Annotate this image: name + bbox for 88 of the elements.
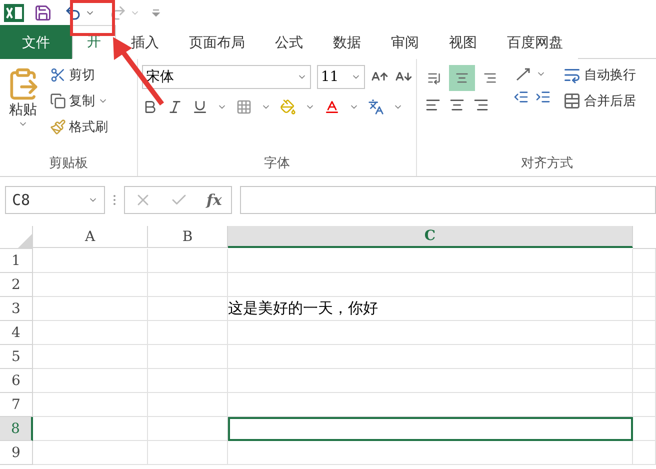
table-cell[interactable]	[633, 441, 656, 465]
table-cell[interactable]	[228, 441, 633, 465]
save-icon[interactable]	[34, 4, 52, 22]
table-cell[interactable]	[33, 345, 148, 369]
table-cell[interactable]	[228, 345, 633, 369]
paste-button[interactable]: 粘贴	[4, 65, 42, 152]
table-cell[interactable]	[633, 369, 656, 393]
table-cell[interactable]	[33, 297, 148, 321]
table-cell[interactable]	[33, 369, 148, 393]
column-header[interactable]: B	[148, 226, 228, 248]
row-header[interactable]: 4	[0, 321, 33, 345]
underline-icon[interactable]	[192, 99, 208, 115]
row-header[interactable]: 8	[0, 417, 33, 441]
phonetic-icon[interactable]	[368, 99, 384, 115]
table-cell[interactable]	[33, 321, 148, 345]
borders-icon[interactable]	[236, 99, 252, 115]
table-cell[interactable]	[633, 273, 656, 297]
group-title: 字体	[263, 155, 291, 173]
decrease-indent-icon[interactable]	[513, 89, 529, 105]
table-cell[interactable]	[633, 249, 656, 273]
formula-field[interactable]	[240, 186, 656, 214]
table-cell[interactable]	[633, 321, 656, 345]
table-cell[interactable]	[633, 345, 656, 369]
vertical-align-button[interactable]	[449, 65, 475, 91]
redo-icon	[109, 4, 127, 22]
table-cell[interactable]	[228, 321, 633, 345]
table-cell[interactable]	[148, 441, 228, 465]
grip-icon	[113, 194, 116, 206]
merge-center-button[interactable]: 合并后居	[561, 91, 638, 111]
highlight-box	[70, 0, 115, 36]
wrap-text-button[interactable]: 自动换行	[561, 65, 638, 85]
table-cell[interactable]	[148, 273, 228, 297]
increase-indent-icon[interactable]	[535, 89, 551, 105]
paintbrush-icon	[50, 119, 66, 135]
table-cell[interactable]	[148, 297, 228, 321]
group-title: 对齐方式	[520, 155, 574, 173]
copy-icon	[50, 93, 66, 109]
table-cell[interactable]	[228, 249, 633, 273]
table-cell[interactable]	[228, 273, 633, 297]
cut-button[interactable]: 剪切	[48, 65, 110, 85]
row-header[interactable]: 7	[0, 393, 33, 417]
wrap-text-icon	[563, 66, 581, 84]
align-right-icon[interactable]	[473, 97, 489, 113]
ribbon-tab[interactable]: 文件	[0, 25, 72, 59]
table-cell[interactable]	[33, 393, 148, 417]
align-left-icon[interactable]	[425, 97, 441, 113]
spreadsheet-logo-icon	[4, 4, 24, 22]
align-center-icon[interactable]	[449, 97, 465, 113]
table-cell[interactable]	[633, 393, 656, 417]
table-cell[interactable]	[33, 249, 148, 273]
group-title: 剪贴板	[48, 155, 89, 173]
scissors-icon	[50, 67, 66, 83]
row-header[interactable]: 2	[0, 273, 33, 297]
table-cell[interactable]	[228, 393, 633, 417]
table-cell[interactable]	[633, 297, 656, 321]
selected-cell[interactable]	[228, 417, 633, 441]
row-header[interactable]: 9	[0, 441, 33, 465]
row-header[interactable]: 5	[0, 345, 33, 369]
triangle-icon	[18, 234, 32, 248]
table-cell[interactable]	[148, 369, 228, 393]
row-header[interactable]: 6	[0, 369, 33, 393]
angled-arrow-icon	[515, 66, 533, 82]
table-cell[interactable]	[33, 273, 148, 297]
column-header[interactable]: C	[228, 226, 633, 248]
column-header[interactable]: A	[33, 226, 148, 248]
table-cell[interactable]	[148, 321, 228, 345]
copy-button[interactable]: 复制	[48, 91, 110, 111]
insert-function-button[interactable]: fx	[206, 191, 222, 209]
table-cell[interactable]	[228, 369, 633, 393]
row-header[interactable]: 3	[0, 297, 33, 321]
name-box[interactable]: C8	[5, 186, 105, 214]
table-cell[interactable]: 这是美好的一天，你好	[228, 297, 633, 321]
font-size-field[interactable]: 11	[316, 65, 366, 89]
table-cell[interactable]	[33, 417, 148, 441]
fill-color-icon[interactable]	[280, 99, 296, 115]
table-cell[interactable]	[148, 345, 228, 369]
table-cell[interactable]	[148, 417, 228, 441]
row-header[interactable]: 1	[0, 249, 33, 273]
format-painter-button[interactable]: 格式刷	[48, 117, 110, 137]
table-cell[interactable]	[148, 393, 228, 417]
font-color-icon[interactable]	[324, 99, 340, 115]
font-name-field[interactable]: 宋体	[142, 65, 311, 89]
table-cell[interactable]	[633, 417, 656, 441]
customize-icon[interactable]	[152, 8, 160, 16]
table-cell[interactable]	[33, 441, 148, 465]
table-cell[interactable]	[148, 249, 228, 273]
italic-icon[interactable]	[167, 99, 183, 115]
merge-cells-icon	[563, 92, 581, 110]
